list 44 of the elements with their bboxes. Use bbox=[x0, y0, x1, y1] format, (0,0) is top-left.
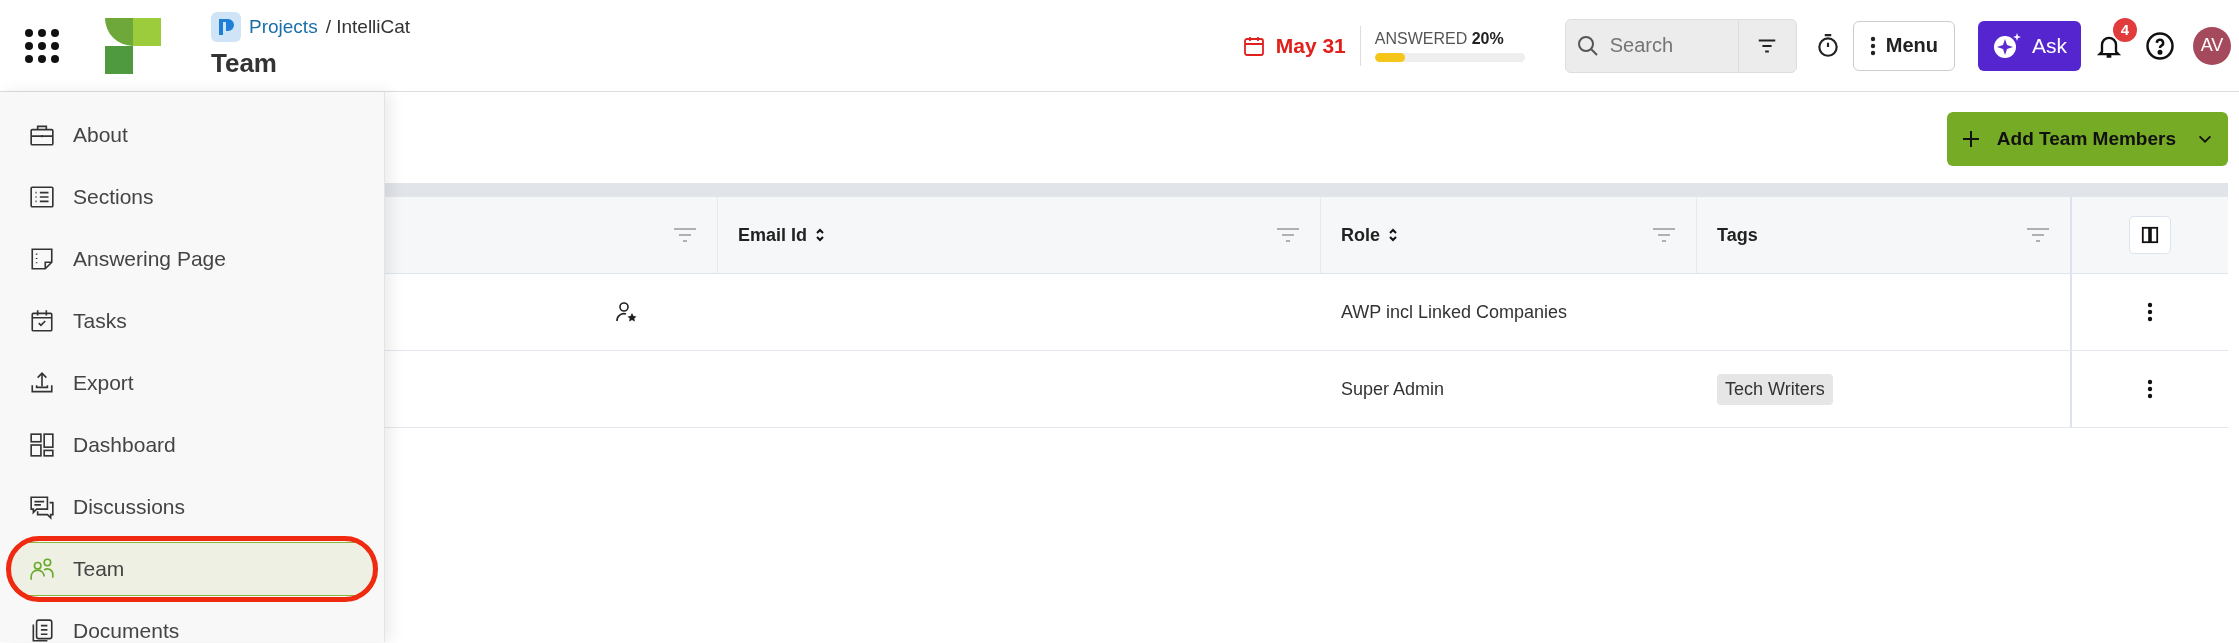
role-text: Super Admin bbox=[1341, 378, 1445, 400]
due-date: May 31 bbox=[1275, 33, 1346, 58]
sidebar-item[interactable]: Team bbox=[10, 542, 374, 596]
dashboard-icon bbox=[29, 432, 55, 458]
sidebar-item[interactable]: Answering Page bbox=[10, 232, 374, 286]
add-team-members-button[interactable]: Add Team Members bbox=[1946, 112, 2228, 166]
help-icon[interactable] bbox=[2145, 30, 2175, 61]
plus-icon bbox=[1960, 129, 1981, 149]
user-avatar[interactable]: AV bbox=[2193, 26, 2231, 65]
tag-chip: Tech Writers bbox=[1717, 373, 1833, 405]
sidebar-item[interactable]: About bbox=[10, 108, 374, 162]
role-text: AWP incl Linked Companies bbox=[1341, 301, 1568, 323]
sidebar-item[interactable]: Dashboard bbox=[10, 418, 374, 472]
app-grid-icon[interactable] bbox=[24, 27, 60, 64]
sidebar-item[interactable]: Discussions bbox=[10, 480, 374, 534]
column-toggle-button[interactable] bbox=[2129, 216, 2171, 254]
page-title: Team bbox=[211, 48, 278, 79]
columns-icon bbox=[2141, 226, 2159, 244]
calendar-icon bbox=[29, 308, 55, 334]
user-star-icon bbox=[614, 300, 638, 324]
project-icon bbox=[211, 12, 241, 42]
column-header[interactable]: Tags bbox=[1717, 224, 1758, 246]
kebab-icon bbox=[1869, 35, 1876, 56]
row-menu-icon[interactable] bbox=[2147, 379, 2153, 399]
sort-icon[interactable] bbox=[815, 227, 826, 243]
sort-icon[interactable] bbox=[1388, 227, 1398, 243]
list-icon bbox=[29, 184, 55, 210]
notification-badge: 4 bbox=[2113, 17, 2137, 42]
breadcrumb-link[interactable]: Projects bbox=[249, 16, 318, 38]
answered-label: ANSWERED 20% bbox=[1374, 29, 1505, 48]
sidebar-item[interactable]: Sections bbox=[10, 170, 374, 224]
ask-button[interactable]: Ask bbox=[1978, 20, 2081, 71]
people-icon bbox=[29, 556, 55, 582]
sidebar-item[interactable]: Tasks bbox=[10, 294, 374, 348]
sidebar-item[interactable]: Export bbox=[10, 356, 374, 410]
menu-button[interactable]: Menu bbox=[1852, 20, 1955, 71]
search-icon bbox=[1575, 33, 1600, 58]
breadcrumb-text: / IntelliCat bbox=[325, 16, 411, 38]
column-header[interactable]: Role bbox=[1341, 224, 1380, 246]
sidebar-item[interactable]: Documents bbox=[10, 604, 374, 643]
note-icon bbox=[29, 246, 55, 272]
column-header[interactable]: Email Id bbox=[738, 224, 808, 246]
row-menu-icon[interactable] bbox=[2147, 302, 2153, 322]
chat-icon bbox=[29, 494, 55, 520]
